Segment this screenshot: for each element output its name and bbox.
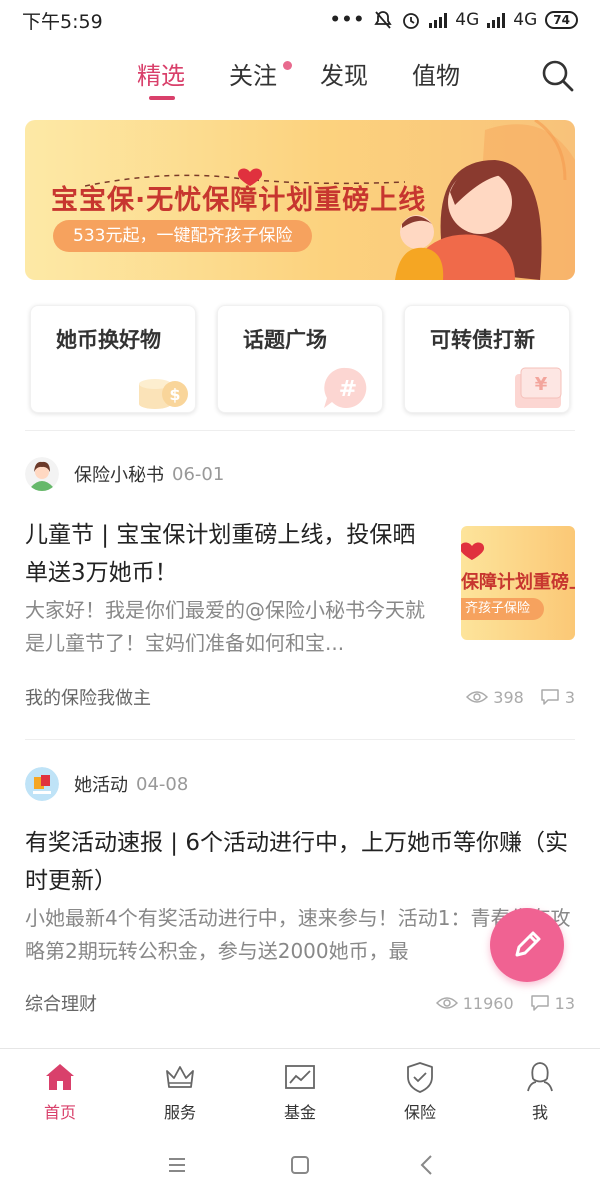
eye-icon (435, 997, 458, 1009)
signal-icon (429, 12, 448, 28)
home-square-icon[interactable] (285, 1150, 315, 1180)
bottom-tab-home[interactable]: 首页 (0, 1049, 120, 1128)
bottom-tab-me[interactable]: 我 (480, 1049, 600, 1128)
bottom-tab-insurance[interactable]: 保险 (360, 1049, 480, 1128)
tab-active-indicator (149, 96, 175, 100)
network-label-2: 4G (513, 10, 538, 30)
bottom-tab-funds[interactable]: 基金 (240, 1049, 360, 1128)
shortcut-cards: 她币换好物 $ 话题广场 # 可转债打新 ¥ (30, 305, 570, 413)
menu-icon[interactable] (162, 1150, 192, 1180)
divider (25, 430, 575, 431)
svg-text:¥: ¥ (535, 374, 548, 395)
tab-featured[interactable]: 精选 (137, 56, 185, 91)
mute-bell-icon (374, 11, 392, 29)
author-name[interactable]: 保险小秘书 (74, 461, 164, 487)
post-meta: 综合理财 11960 13 (25, 988, 575, 1018)
crown-icon (166, 1066, 194, 1088)
svg-text:#: # (339, 377, 357, 402)
status-bar: 下午5:59 ••• 4G 4G 74 (0, 0, 600, 40)
post-title[interactable]: 儿童节 | 宝宝保计划重磅上线，投保晒单送3万她币！ (25, 516, 435, 592)
coin-icon: $ (139, 379, 188, 409)
post-card[interactable]: 她活动 04-08 有奖活动速报 | 6个活动进行中，上万她币等你赚（实时更新）… (25, 766, 575, 1026)
post-excerpt: 大家好！我是你们最爱的@保险小秘书今天就是儿童节了！宝妈们准备如何和宝... (25, 598, 425, 655)
post-card[interactable]: 保险小秘书 06-01 儿童节 | 宝宝保计划重磅上线，投保晒单送3万她币！ 大… (25, 456, 575, 716)
shortcut-label: 话题广场 (243, 328, 327, 352)
chart-icon (285, 1065, 315, 1089)
bottom-tab-label: 我 (531, 1103, 548, 1122)
thumbnail-subtext: 齐孩子保险 (461, 598, 545, 620)
heart-icon (461, 542, 485, 560)
bottom-tab-label: 基金 (283, 1103, 316, 1122)
mother-baby-illustration (395, 120, 575, 280)
comment-icon (541, 689, 559, 705)
battery-icon: 74 (545, 11, 578, 29)
post-stats: 398 3 (466, 688, 575, 707)
post-stats: 11960 13 (435, 993, 575, 1013)
eye-icon (466, 691, 489, 703)
search-icon[interactable] (540, 58, 576, 94)
shortcut-convertible-bond[interactable]: 可转债打新 ¥ (404, 305, 570, 413)
home-icon (46, 1064, 74, 1090)
comment-count: 3 (564, 687, 575, 707)
bottom-tab-label: 服务 (163, 1103, 196, 1122)
author-row: 她活动 04-08 (25, 766, 188, 802)
status-time: 下午5:59 (22, 10, 103, 33)
thumbnail-text: 保障计划重磅上 (461, 572, 575, 593)
post-date: 04-08 (136, 773, 189, 795)
post-title[interactable]: 有奖活动速报 | 6个活动进行中，上万她币等你赚（实时更新） (25, 824, 575, 900)
top-tab-bar: 精选 关注 发现 值物 (0, 56, 600, 106)
back-icon[interactable] (412, 1150, 442, 1180)
compose-button[interactable] (490, 908, 564, 982)
yen-ticket-icon: ¥ (515, 367, 562, 408)
view-count: 398 (493, 687, 524, 707)
status-icons: ••• 4G 4G 74 (330, 10, 578, 30)
user-icon (527, 1062, 553, 1092)
dots-icon: ••• (329, 10, 366, 30)
system-navigation-bar (0, 1130, 600, 1200)
shortcut-label: 她币换好物 (56, 328, 161, 352)
bottom-tab-services[interactable]: 服务 (120, 1049, 240, 1128)
tab-discover[interactable]: 发现 (320, 56, 368, 91)
post-meta: 我的保险我做主 398 3 (25, 682, 575, 712)
author-name[interactable]: 她活动 (74, 771, 128, 797)
comment-icon (530, 995, 549, 1011)
shortcut-topic-square[interactable]: 话题广场 # (217, 305, 383, 413)
network-label-1: 4G (455, 10, 480, 30)
bottom-tab-label: 保险 (403, 1103, 436, 1122)
avatar[interactable] (25, 767, 59, 801)
tab-goods[interactable]: 值物 (412, 56, 460, 91)
post-tag[interactable]: 我的保险我做主 (25, 684, 151, 710)
hashtag-icon: # (324, 367, 367, 408)
signal-icon-2 (487, 12, 506, 28)
comment-count: 13 (554, 993, 575, 1013)
author-row: 保险小秘书 06-01 (25, 456, 224, 492)
bottom-tab-label: 首页 (43, 1103, 76, 1122)
divider (25, 739, 575, 740)
post-date: 06-01 (172, 463, 225, 485)
shield-icon (407, 1062, 433, 1093)
promo-banner[interactable]: 宝宝保·无忧保障计划重磅上线 533元起，一键配齐孩子保险 (25, 120, 575, 280)
avatar[interactable] (25, 457, 59, 491)
banner-subtitle: 533元起，一键配齐孩子保险 (53, 220, 313, 252)
shortcut-label: 可转债打新 (430, 328, 535, 352)
tab-following[interactable]: 关注 (229, 56, 277, 91)
post-thumbnail[interactable]: 保障计划重磅上 齐孩子保险 (461, 526, 575, 640)
notification-dot (283, 61, 292, 70)
bottom-tab-bar: 首页 服务 基金 保险 我 (0, 1048, 600, 1128)
svg-text:$: $ (169, 385, 180, 404)
alarm-icon (403, 13, 420, 29)
view-count: 11960 (462, 993, 514, 1013)
pencil-icon (515, 931, 541, 957)
post-tag[interactable]: 综合理财 (25, 990, 97, 1016)
shortcut-coin-exchange[interactable]: 她币换好物 $ (30, 305, 196, 413)
